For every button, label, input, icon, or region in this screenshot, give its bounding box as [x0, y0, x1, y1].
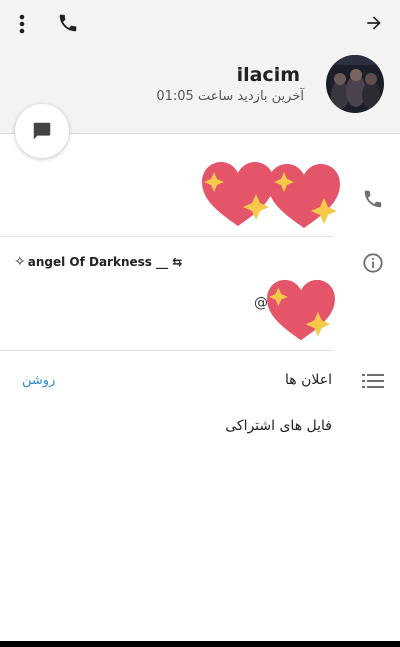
- info-icon: [363, 253, 383, 273]
- send-message-button[interactable]: [15, 104, 69, 158]
- call-button[interactable]: [54, 9, 82, 37]
- notifications-label[interactable]: اعلان ها: [285, 372, 332, 388]
- divider: [0, 236, 334, 237]
- phone-icon: [364, 190, 382, 208]
- sparkling-heart-emoji: [268, 164, 340, 228]
- divider: [0, 350, 334, 351]
- navigation-bar: [0, 641, 400, 647]
- info-row-icon: [360, 250, 386, 276]
- notifications-row-icon: [360, 368, 386, 394]
- last-seen-status: آخرین بازدید ساعت 01:05: [156, 89, 304, 104]
- more-vert-icon: [19, 14, 25, 34]
- phone-number-value[interactable]: [200, 160, 342, 232]
- more-options-button[interactable]: [8, 10, 36, 38]
- sparkling-heart-emoji: [202, 162, 274, 226]
- phone-row-icon: [360, 186, 386, 212]
- notifications-status[interactable]: روشن: [22, 373, 55, 388]
- message-icon: [33, 122, 51, 140]
- bio-diamond-symbol: ✧: [14, 254, 26, 270]
- contact-name: ilacim: [236, 64, 300, 86]
- bio-text: angel Of Darkness __ ⇆: [27, 255, 183, 269]
- back-button[interactable]: [360, 9, 388, 37]
- avatar[interactable]: [326, 55, 384, 113]
- sparkling-heart-emoji: [267, 279, 335, 341]
- arrow-forward-icon: [367, 16, 381, 30]
- shared-files-label[interactable]: فایل های اشتراکی: [225, 418, 332, 434]
- bio-line: ✧ angel Of Darkness __ ⇆: [14, 254, 182, 270]
- phone-icon: [59, 14, 77, 32]
- list-icon: [362, 374, 384, 388]
